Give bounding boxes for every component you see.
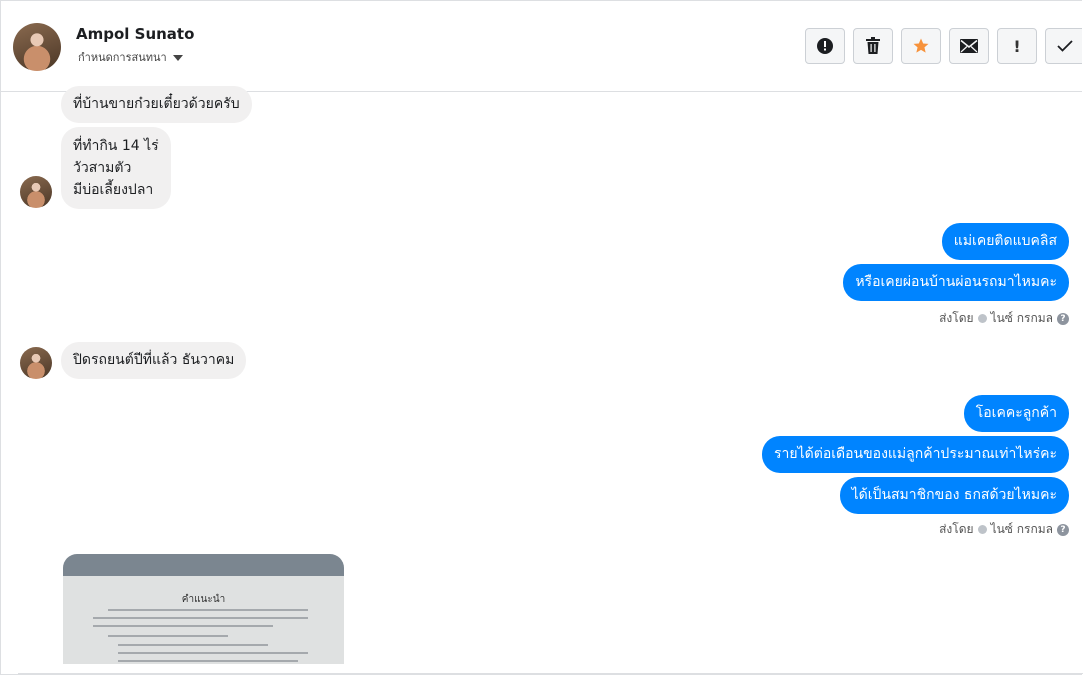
star-button[interactable]: [901, 28, 941, 64]
sender-avatar[interactable]: [20, 347, 52, 379]
sent-by-label: ส่งโดย ไนซ์ กรกมล ?: [939, 309, 1069, 328]
mark-unread-button[interactable]: [949, 28, 989, 64]
verified-icon: [977, 314, 987, 323]
exclamation-circle-icon: [817, 38, 833, 54]
document-text-line: [93, 617, 308, 619]
trash-icon: [866, 37, 880, 54]
document-title: คำแนะนำ: [181, 594, 226, 605]
sent-by-label: ส่งโดย ไนซ์ กรกมล ?: [939, 520, 1069, 539]
check-icon: [1057, 40, 1073, 52]
photo-attachment[interactable]: คำแนะนำ: [63, 554, 344, 664]
star-icon: [913, 38, 929, 53]
document-text-line: [108, 609, 308, 611]
sent-by-prefix: ส่งโดย: [939, 311, 974, 325]
conversation-header: Ampol Sunato กำหนดการสนทนา !: [1, 1, 1082, 92]
sender-avatar[interactable]: [20, 176, 52, 208]
delete-button[interactable]: [853, 28, 893, 64]
outgoing-message[interactable]: รายได้ต่อเดือนของแม่ลูกค้าประมาณเท่าไหร่…: [762, 436, 1069, 473]
sender-name[interactable]: ไนซ์ กรกมล: [991, 520, 1053, 539]
incoming-message[interactable]: ที่บ้านขายก๋วยเตี๋ยวด้วยครับ: [61, 86, 252, 123]
document-text-line: [118, 660, 298, 662]
message-line: ที่ทำกิน 14 ไร่: [73, 138, 159, 154]
mark-done-button[interactable]: [1045, 28, 1082, 64]
help-icon[interactable]: ?: [1057, 312, 1069, 325]
document-text-line: [118, 644, 268, 646]
outgoing-message[interactable]: โอเคคะลูกค้า: [963, 395, 1069, 432]
incoming-message[interactable]: ปิดรถยนต์ปีที่แล้ว ธันวาคม: [61, 342, 247, 379]
divider: [18, 673, 1083, 674]
mark-important-button[interactable]: !: [997, 28, 1037, 64]
envelope-icon: [960, 39, 978, 53]
conversation-schedule-dropdown[interactable]: กำหนดการสนทนา: [78, 48, 183, 66]
message-line: มีบ่อเลี้ยงปลา: [73, 182, 154, 198]
document-text-line: [93, 625, 273, 627]
sent-by-prefix: ส่งโดย: [939, 522, 974, 536]
incoming-message[interactable]: ที่ทำกิน 14 ไร่ วัวสามตัว มีบ่อเลี้ยงปลา: [61, 127, 171, 209]
document-text-line: [118, 652, 308, 654]
contact-avatar[interactable]: [13, 23, 61, 71]
outgoing-message[interactable]: ได้เป็นสมาชิกของ ธกสด้วยไหมคะ: [839, 477, 1069, 514]
outgoing-message[interactable]: หรือเคยผ่อนบ้านผ่อนรถมาไหมคะ: [843, 264, 1069, 301]
mark-spam-button[interactable]: [805, 28, 845, 64]
help-icon[interactable]: ?: [1057, 523, 1069, 536]
sender-name[interactable]: ไนซ์ กรกมล: [991, 309, 1053, 328]
conversation-panel: Ampol Sunato กำหนดการสนทนา ! ที่บ้านขายก…: [0, 0, 1082, 675]
outgoing-message[interactable]: แม่เคยติดแบคลิส: [941, 223, 1069, 260]
message-line: วัวสามตัว: [73, 160, 132, 176]
exclamation-icon: !: [1013, 36, 1021, 56]
schedule-label: กำหนดการสนทนา: [78, 51, 167, 64]
verified-icon: [977, 525, 987, 534]
contact-name[interactable]: Ampol Sunato: [76, 25, 194, 43]
caret-down-icon: [172, 54, 183, 61]
document-text-line: [108, 635, 228, 637]
